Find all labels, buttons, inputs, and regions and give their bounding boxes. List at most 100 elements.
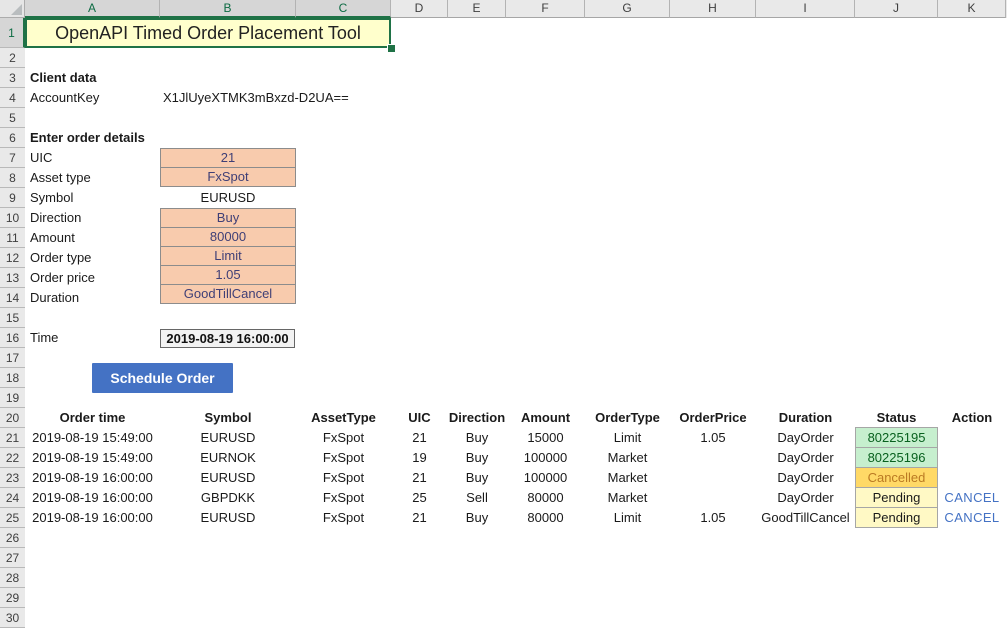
cell-direction: Sell xyxy=(448,488,506,508)
cell-asset-type: FxSpot xyxy=(296,488,391,508)
select-all-triangle-icon xyxy=(11,4,22,15)
header-asset-type: AssetType xyxy=(296,408,391,428)
cell-order-type: Market xyxy=(585,468,670,488)
column-header-I[interactable]: I xyxy=(756,0,855,18)
cell-duration: GoodTillCancel xyxy=(756,508,855,528)
symbol-label: Symbol xyxy=(30,188,73,208)
row-header-27[interactable]: 27 xyxy=(0,548,25,568)
order-input-group-top: 21 FxSpot xyxy=(160,148,296,187)
duration-input[interactable]: GoodTillCancel xyxy=(160,284,296,304)
row-header-5[interactable]: 5 xyxy=(0,108,25,128)
row-header-19[interactable]: 19 xyxy=(0,388,25,408)
select-all-corner[interactable] xyxy=(0,0,25,18)
cell-duration: DayOrder xyxy=(756,468,855,488)
row-header-8[interactable]: 8 xyxy=(0,168,25,188)
cell-uic: 25 xyxy=(391,488,448,508)
row-header-2[interactable]: 2 xyxy=(0,48,25,68)
selection-fill-handle[interactable] xyxy=(387,44,396,53)
row-header-10[interactable]: 10 xyxy=(0,208,25,228)
row-header-7[interactable]: 7 xyxy=(0,148,25,168)
cell-order-price xyxy=(670,448,756,468)
column-header-K[interactable]: K xyxy=(938,0,1006,18)
column-header-F[interactable]: F xyxy=(506,0,585,18)
cell-order-price xyxy=(670,468,756,488)
symbol-value: EURUSD xyxy=(160,188,296,208)
cell-asset-type: FxSpot xyxy=(296,508,391,528)
row-header-14[interactable]: 14 xyxy=(0,288,25,308)
cell-symbol: EURUSD xyxy=(160,508,296,528)
time-input[interactable]: 2019-08-19 16:00:00 xyxy=(160,329,295,348)
row-header-11[interactable]: 11 xyxy=(0,228,25,248)
cell-order-time: 2019-08-19 16:00:00 xyxy=(25,488,160,508)
schedule-order-button[interactable]: Schedule Order xyxy=(92,363,233,393)
cell-duration: DayOrder xyxy=(756,428,855,448)
row-header-26[interactable]: 26 xyxy=(0,528,25,548)
header-order-time: Order time xyxy=(25,408,160,428)
order-price-input[interactable]: 1.05 xyxy=(160,265,296,285)
cell-order-price: 1.05 xyxy=(670,508,756,528)
header-order-price: OrderPrice xyxy=(670,408,756,428)
cell-order-time: 2019-08-19 16:00:00 xyxy=(25,468,160,488)
row-header-12[interactable]: 12 xyxy=(0,248,25,268)
account-key-label: AccountKey xyxy=(30,88,99,108)
row-header-29[interactable]: 29 xyxy=(0,588,25,608)
row-header-6[interactable]: 6 xyxy=(0,128,25,148)
row-header-17[interactable]: 17 xyxy=(0,348,25,368)
column-header-E[interactable]: E xyxy=(448,0,506,18)
cell-order-type: Market xyxy=(585,448,670,468)
cell-duration: DayOrder xyxy=(756,448,855,468)
cancel-order-link[interactable]: CANCEL xyxy=(938,508,1006,528)
cell-uic: 21 xyxy=(391,468,448,488)
header-action: Action xyxy=(938,408,1006,428)
row-header-1[interactable]: 1 xyxy=(0,18,25,48)
uic-input[interactable]: 21 xyxy=(160,148,296,168)
row-header-28[interactable]: 28 xyxy=(0,568,25,588)
row-header-4[interactable]: 4 xyxy=(0,88,25,108)
row-header-18[interactable]: 18 xyxy=(0,368,25,388)
column-header-A[interactable]: A xyxy=(25,0,160,18)
column-header-G[interactable]: G xyxy=(585,0,670,18)
cell-amount: 100000 xyxy=(506,448,585,468)
row-header-3[interactable]: 3 xyxy=(0,68,25,88)
cell-symbol: EURUSD xyxy=(160,468,296,488)
table-row: 2019-08-19 15:49:00 EURNOK FxSpot 19 Buy… xyxy=(0,448,1007,468)
asset-type-input[interactable]: FxSpot xyxy=(160,167,296,187)
cell-direction: Buy xyxy=(448,428,506,448)
direction-input[interactable]: Buy xyxy=(160,208,296,228)
cell-asset-type: FxSpot xyxy=(296,468,391,488)
order-type-input[interactable]: Limit xyxy=(160,246,296,266)
cell-symbol: EURNOK xyxy=(160,448,296,468)
amount-input[interactable]: 80000 xyxy=(160,227,296,247)
row-header-13[interactable]: 13 xyxy=(0,268,25,288)
column-header-H[interactable]: H xyxy=(670,0,756,18)
header-duration: Duration xyxy=(756,408,855,428)
cell-asset-type: FxSpot xyxy=(296,448,391,468)
row-header-9[interactable]: 9 xyxy=(0,188,25,208)
duration-label: Duration xyxy=(30,288,79,308)
column-header-C[interactable]: C xyxy=(296,0,391,18)
row-header-30[interactable]: 30 xyxy=(0,608,25,628)
cell-direction: Buy xyxy=(448,508,506,528)
amount-label: Amount xyxy=(30,228,75,248)
orders-table-header-row: Order time Symbol AssetType UIC Directio… xyxy=(0,408,1007,428)
status-badge: Pending xyxy=(855,487,938,508)
order-type-label: Order type xyxy=(30,248,91,268)
cell-amount: 15000 xyxy=(506,428,585,448)
cell-direction: Buy xyxy=(448,448,506,468)
table-row: 2019-08-19 16:00:00 EURUSD FxSpot 21 Buy… xyxy=(0,508,1007,528)
column-header-B[interactable]: B xyxy=(160,0,296,18)
column-header-D[interactable]: D xyxy=(391,0,448,18)
column-header-J[interactable]: J xyxy=(855,0,938,18)
cancel-order-link[interactable]: CANCEL xyxy=(938,488,1006,508)
header-order-type: OrderType xyxy=(585,408,670,428)
cell-symbol: EURUSD xyxy=(160,428,296,448)
client-data-section-label: Client data xyxy=(30,68,96,88)
status-badge: 80225195 xyxy=(855,427,938,448)
cell-order-type: Limit xyxy=(585,428,670,448)
order-price-label: Order price xyxy=(30,268,95,288)
account-key-value: X1JlUyeXTMK3mBxzd-D2UA== xyxy=(163,88,349,108)
row-header-15[interactable]: 15 xyxy=(0,308,25,328)
title-cell[interactable]: OpenAPI Timed Order Placement Tool xyxy=(25,18,391,48)
header-amount: Amount xyxy=(506,408,585,428)
row-header-16[interactable]: 16 xyxy=(0,328,25,348)
